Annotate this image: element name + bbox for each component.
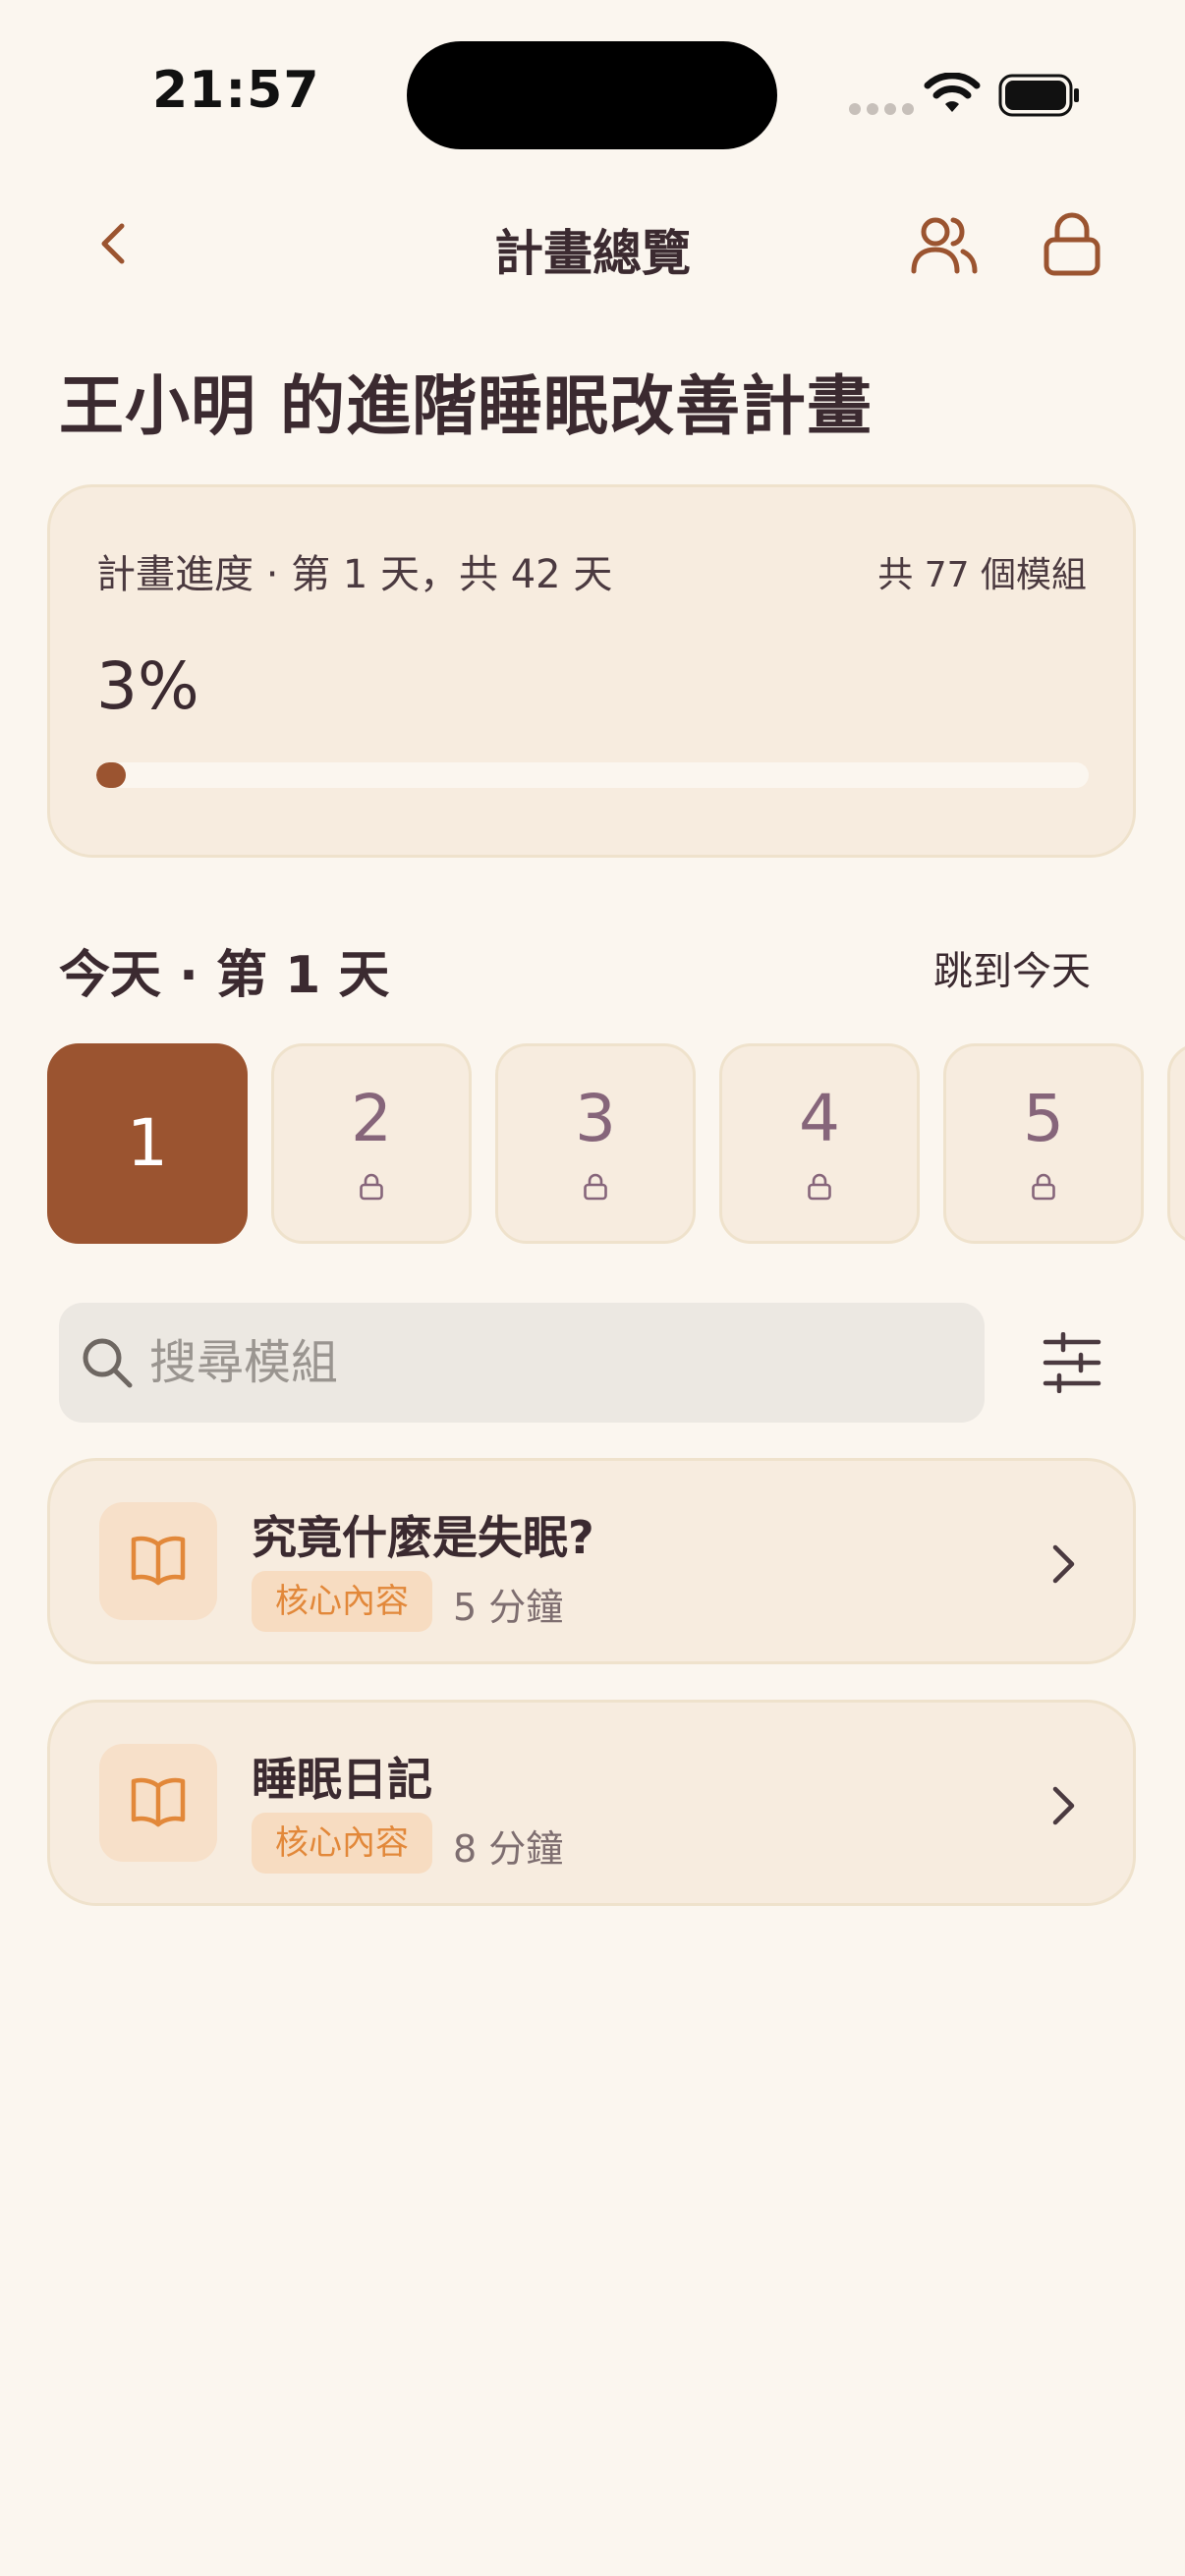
- lock-icon: [808, 1173, 831, 1201]
- day-number: 4: [799, 1081, 840, 1156]
- battery-icon: [998, 74, 1079, 117]
- day-chip[interactable]: 4: [719, 1043, 920, 1244]
- day-chip[interactable]: 3: [495, 1043, 696, 1244]
- module-card[interactable]: 究竟什麼是失眠? 核心內容 5 分鐘: [47, 1458, 1136, 1664]
- users-icon[interactable]: [910, 214, 979, 277]
- lock-icon: [1032, 1173, 1055, 1201]
- module-title: 睡眠日記: [252, 1753, 432, 1806]
- wifi-icon: [924, 73, 981, 112]
- dynamic-island: [407, 41, 777, 149]
- day-chip[interactable]: 2: [271, 1043, 472, 1244]
- module-title: 究竟什麼是失眠?: [252, 1511, 594, 1564]
- cellular-signal-icon: [849, 103, 914, 115]
- status-time: 21:57: [152, 61, 320, 120]
- progress-bar-fill: [96, 762, 127, 788]
- progress-card: [47, 484, 1136, 858]
- day-chip[interactable]: [1167, 1043, 1185, 1244]
- module-card[interactable]: 睡眠日記 核心內容 8 分鐘: [47, 1700, 1136, 1906]
- lock-icon[interactable]: [1042, 212, 1102, 277]
- chevron-right-icon: [1052, 1786, 1075, 1825]
- plan-title: 王小明 的進階睡眠改善計畫: [59, 368, 873, 444]
- day-chip[interactable]: 5: [943, 1043, 1144, 1244]
- day-selector: 1 2 3 4 5: [47, 1043, 1185, 1244]
- progress-percent: 3%: [96, 648, 199, 724]
- day-number: 3: [575, 1081, 616, 1156]
- module-tag: 核心內容: [252, 1813, 432, 1874]
- day-number: 1: [127, 1105, 168, 1181]
- book-icon: [99, 1744, 217, 1862]
- jump-to-today-button[interactable]: 跳到今天: [933, 939, 1091, 996]
- lock-icon: [584, 1173, 607, 1201]
- module-tag: 核心內容: [252, 1571, 432, 1632]
- module-duration: 5 分鐘: [453, 1586, 564, 1629]
- progress-bar: [96, 762, 1089, 788]
- search-input[interactable]: [147, 1316, 957, 1409]
- chevron-right-icon: [1052, 1544, 1075, 1584]
- nav-title: 計畫總覽: [494, 225, 691, 282]
- lock-icon: [360, 1173, 383, 1201]
- day-number: 2: [351, 1081, 392, 1156]
- day-number: 5: [1023, 1081, 1064, 1156]
- today-label: 今天 · 第 1 天: [59, 946, 390, 1005]
- module-duration: 8 分鐘: [453, 1827, 564, 1871]
- progress-label: 計畫進度 · 第 1 天，共 42 天: [96, 552, 613, 597]
- filter-sliders-icon[interactable]: [1042, 1332, 1102, 1393]
- module-count: 共 77 個模組: [877, 555, 1087, 595]
- search-icon: [83, 1338, 133, 1388]
- book-icon: [99, 1502, 217, 1620]
- day-chip[interactable]: 1: [47, 1043, 248, 1244]
